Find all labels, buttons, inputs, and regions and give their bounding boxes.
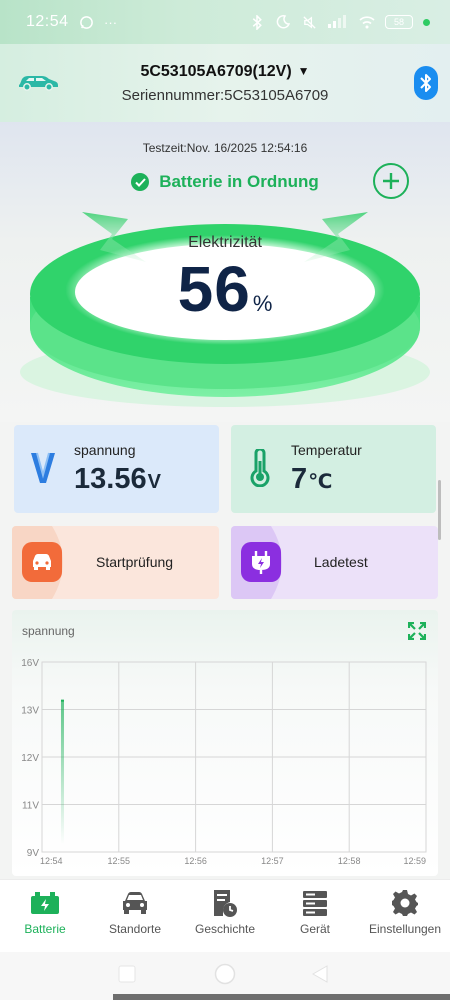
chart-area-fill: [60, 700, 64, 844]
serial-number: Seriennummer:5C53105A6709: [121, 87, 329, 104]
nav-label-geschichte: Geschichte: [194, 922, 256, 936]
gear-icon: [390, 888, 420, 918]
recents-button[interactable]: [118, 965, 136, 988]
wifi-icon: [359, 14, 375, 30]
plus-icon: [383, 173, 399, 189]
status-time: 12:54: [26, 13, 69, 30]
chart-y-tick-label: 11V: [22, 801, 39, 812]
device-name: 5C53105A6709(12V): [140, 63, 292, 80]
chart-x-tick-label: 12:59: [403, 856, 426, 866]
bluetooth-status-icon: [249, 14, 265, 30]
test-time: Testzeit:Nov. 16/2025 12:54:16: [142, 141, 308, 155]
chart-x-tick-label: 12:54: [40, 856, 63, 866]
temperature-unit: ℃: [308, 471, 333, 493]
nav-item-standorte[interactable]: Standorte: [90, 880, 180, 952]
thermometer-icon: [245, 447, 275, 488]
mute-icon: [301, 14, 317, 30]
caret-down-icon: ▼: [297, 64, 310, 78]
privacy-dot-icon: [423, 18, 430, 26]
charge-test-label: Ladetest: [314, 554, 368, 570]
charge-unit: %: [252, 291, 273, 316]
voltage-unit: V: [147, 471, 161, 493]
home-indicator[interactable]: [113, 994, 450, 1000]
device-header: 5C53105A6709(12V) ▼ Seriennummer:5C53105A…: [0, 44, 450, 122]
back-button[interactable]: [311, 965, 329, 988]
home-button[interactable]: [214, 963, 236, 990]
check-circle-icon: [131, 173, 150, 191]
nav-label-geraet: Gerät: [299, 922, 330, 936]
chart-x-tick-label: 12:58: [338, 856, 361, 866]
nav-label-batterie: Batterie: [24, 922, 66, 936]
nav-item-batterie[interactable]: Batterie: [0, 880, 90, 952]
chart-y-tick-label: 16V: [21, 658, 39, 669]
start-test-button[interactable]: Startprüfung: [12, 526, 219, 599]
charging-plug-icon: [241, 542, 281, 582]
temperature-label: Temperatur: [291, 442, 362, 458]
whatsapp-icon: [79, 14, 95, 30]
device-icon: [300, 888, 330, 918]
battery-icon: [30, 888, 60, 918]
battery-status-text: Batterie in Ordnung: [159, 172, 319, 191]
signal-icon: [327, 14, 349, 30]
voltage-chart-card: 16V 13V 12V 11V 9V 12:54 12:55 12:56 12:57 12:58 1…: [12, 610, 438, 876]
charge-value: 56: [177, 253, 251, 325]
fullscreen-icon[interactable]: [407, 621, 427, 641]
chart-x-tick-label: 12:57: [261, 856, 284, 866]
temperature-value: 7: [291, 463, 308, 495]
status-bar: 12:54 ··· 58: [0, 0, 450, 44]
voltage-icon: [28, 449, 58, 487]
battery-status-hero: Testzeit:Nov. 16/2025 12:54:16 Batterie …: [0, 122, 450, 422]
temperature-card[interactable]: Temperatur 7℃: [231, 425, 436, 513]
history-icon: [210, 888, 240, 918]
charge-readout: 56%: [0, 252, 450, 326]
voltage-label: spannung: [74, 442, 136, 458]
nav-item-geschichte[interactable]: Geschichte: [180, 880, 270, 952]
start-test-label: Startprüfung: [96, 554, 174, 570]
more-notifications-icon: ···: [104, 14, 118, 30]
nav-label-standorte: Standorte: [108, 922, 162, 936]
voltage-chart: 16V 13V 12V 11V 9V12:54 12:55 12:56 12:57 12:58 1…: [21, 658, 427, 866]
add-button[interactable]: [373, 163, 409, 199]
system-navigation-bar: [0, 952, 450, 1000]
chart-y-tick-label: 13V: [21, 706, 39, 717]
car-icon: [22, 542, 62, 582]
car-front-icon: [120, 888, 150, 918]
chart-x-tick-label: 12:56: [184, 856, 207, 866]
bluetooth-icon[interactable]: [414, 66, 438, 100]
voltage-value: 13.56: [74, 463, 147, 495]
voltage-card[interactable]: spannung 13.56V: [14, 425, 219, 513]
nav-label-einstellungen: Einstellungen: [368, 922, 442, 936]
chart-x-tick-label: 12:55: [108, 856, 131, 866]
scrollbar[interactable]: [438, 480, 441, 540]
temperature-readout: 7℃: [291, 463, 332, 496]
nav-item-geraet[interactable]: Gerät: [270, 880, 360, 952]
battery-status-icon: 58: [385, 15, 413, 29]
chart-y-tick-label: 9V: [27, 848, 40, 859]
chart-y-tick-label: 12V: [21, 753, 39, 764]
chart-title: spannung: [22, 624, 75, 638]
moon-icon: [275, 14, 291, 30]
device-selector[interactable]: 5C53105A6709(12V) ▼: [0, 63, 450, 81]
charge-test-button[interactable]: Ladetest: [231, 526, 438, 599]
bottom-navigation: Batterie Standorte Geschichte Gerät Eins…: [0, 879, 450, 952]
charge-label: Elektrizität: [188, 234, 262, 251]
nav-item-einstellungen[interactable]: Einstellungen: [360, 880, 450, 952]
voltage-readout: 13.56V: [74, 463, 161, 496]
